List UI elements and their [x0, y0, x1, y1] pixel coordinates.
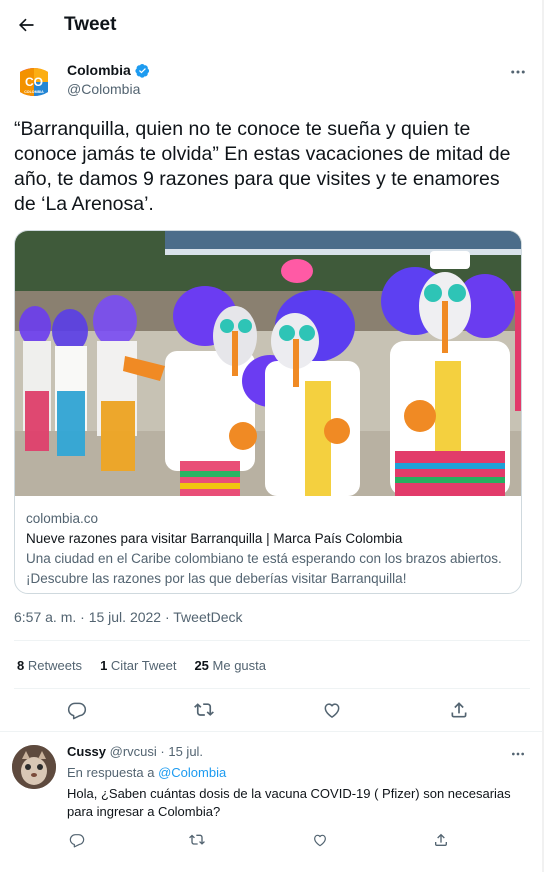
- stat-quote-tweets[interactable]: 1 Citar Tweet: [100, 658, 176, 673]
- svg-text:COLOMBIA: COLOMBIA: [24, 90, 44, 94]
- share-icon: [435, 833, 447, 846]
- stat-likes[interactable]: 25 Me gusta: [194, 658, 266, 673]
- tweet-timestamp[interactable]: 6:57 a. m. · 15 jul. 2022 · TweetDeck: [14, 609, 243, 625]
- avatar[interactable]: CO COLOMBIA: [14, 62, 54, 102]
- divider: [0, 731, 544, 732]
- reply-icon: [67, 702, 87, 720]
- reply-more-options-button[interactable]: [506, 744, 530, 764]
- arrow-left-icon: [19, 18, 34, 32]
- retweet-icon: [189, 834, 205, 845]
- like-icon: [324, 703, 340, 718]
- more-icon: [512, 752, 524, 756]
- reply-avatar-image: [12, 745, 56, 789]
- reply-actions: [67, 830, 527, 852]
- card-description: Una ciudad en el Caribe colombiano te es…: [26, 551, 502, 586]
- reply-button[interactable]: [67, 830, 87, 850]
- card-domain: colombia.co: [26, 511, 99, 526]
- svg-text:CO: CO: [25, 75, 43, 89]
- share-button[interactable]: [431, 830, 451, 850]
- tweet-author: CO COLOMBIA Colombia @Colombia: [14, 62, 530, 102]
- author-handle[interactable]: @Colombia: [67, 81, 140, 97]
- tweet-actions: [14, 695, 530, 725]
- tweet-text: “Barranquilla, quien no te conoce te sue…: [14, 118, 511, 215]
- share-icon: [451, 702, 467, 718]
- share-button[interactable]: [447, 698, 471, 722]
- like-button[interactable]: [320, 698, 344, 722]
- reply-author-name[interactable]: Cussy: [67, 744, 106, 759]
- reply-tweet[interactable]: Cussy @rvcusi · 15 jul. En respuesta a @…: [0, 735, 544, 872]
- more-options-button[interactable]: [506, 62, 530, 82]
- replying-to: En respuesta a @Colombia: [67, 765, 227, 780]
- retweet-icon: [194, 703, 214, 716]
- more-icon: [511, 70, 525, 74]
- avatar[interactable]: [12, 745, 56, 789]
- like-button[interactable]: [310, 830, 330, 850]
- divider: [14, 688, 530, 689]
- author-name[interactable]: Colombia: [67, 62, 131, 78]
- card-title: Nueve razones para visitar Barranquilla …: [26, 531, 403, 546]
- stat-retweets[interactable]: 8 Retweets: [17, 658, 82, 673]
- reply-button[interactable]: [65, 698, 89, 722]
- back-button[interactable]: [12, 11, 40, 39]
- top-bar: Tweet: [0, 0, 544, 50]
- retweet-button[interactable]: [187, 830, 207, 850]
- reply-icon: [69, 834, 85, 848]
- tweet-stats: 8 Retweets 1 Citar Tweet 25 Me gusta: [17, 658, 266, 673]
- verified-badge-icon: [135, 63, 149, 78]
- mention-link[interactable]: @Colombia: [158, 765, 226, 780]
- reply-header: Cussy @rvcusi · 15 jul.: [67, 744, 203, 759]
- page-title: Tweet: [64, 14, 117, 35]
- reply-meta[interactable]: @rvcusi · 15 jul.: [110, 744, 203, 759]
- reply-text: Hola, ¿Saben cuántas dosis de la vacuna …: [67, 786, 511, 819]
- card-image: [15, 231, 521, 496]
- like-icon: [314, 834, 326, 847]
- divider: [14, 640, 530, 641]
- link-card[interactable]: colombia.co Nueve razones para visitar B…: [14, 230, 522, 594]
- retweet-button[interactable]: [192, 698, 216, 722]
- colombia-logo: CO COLOMBIA: [18, 68, 50, 96]
